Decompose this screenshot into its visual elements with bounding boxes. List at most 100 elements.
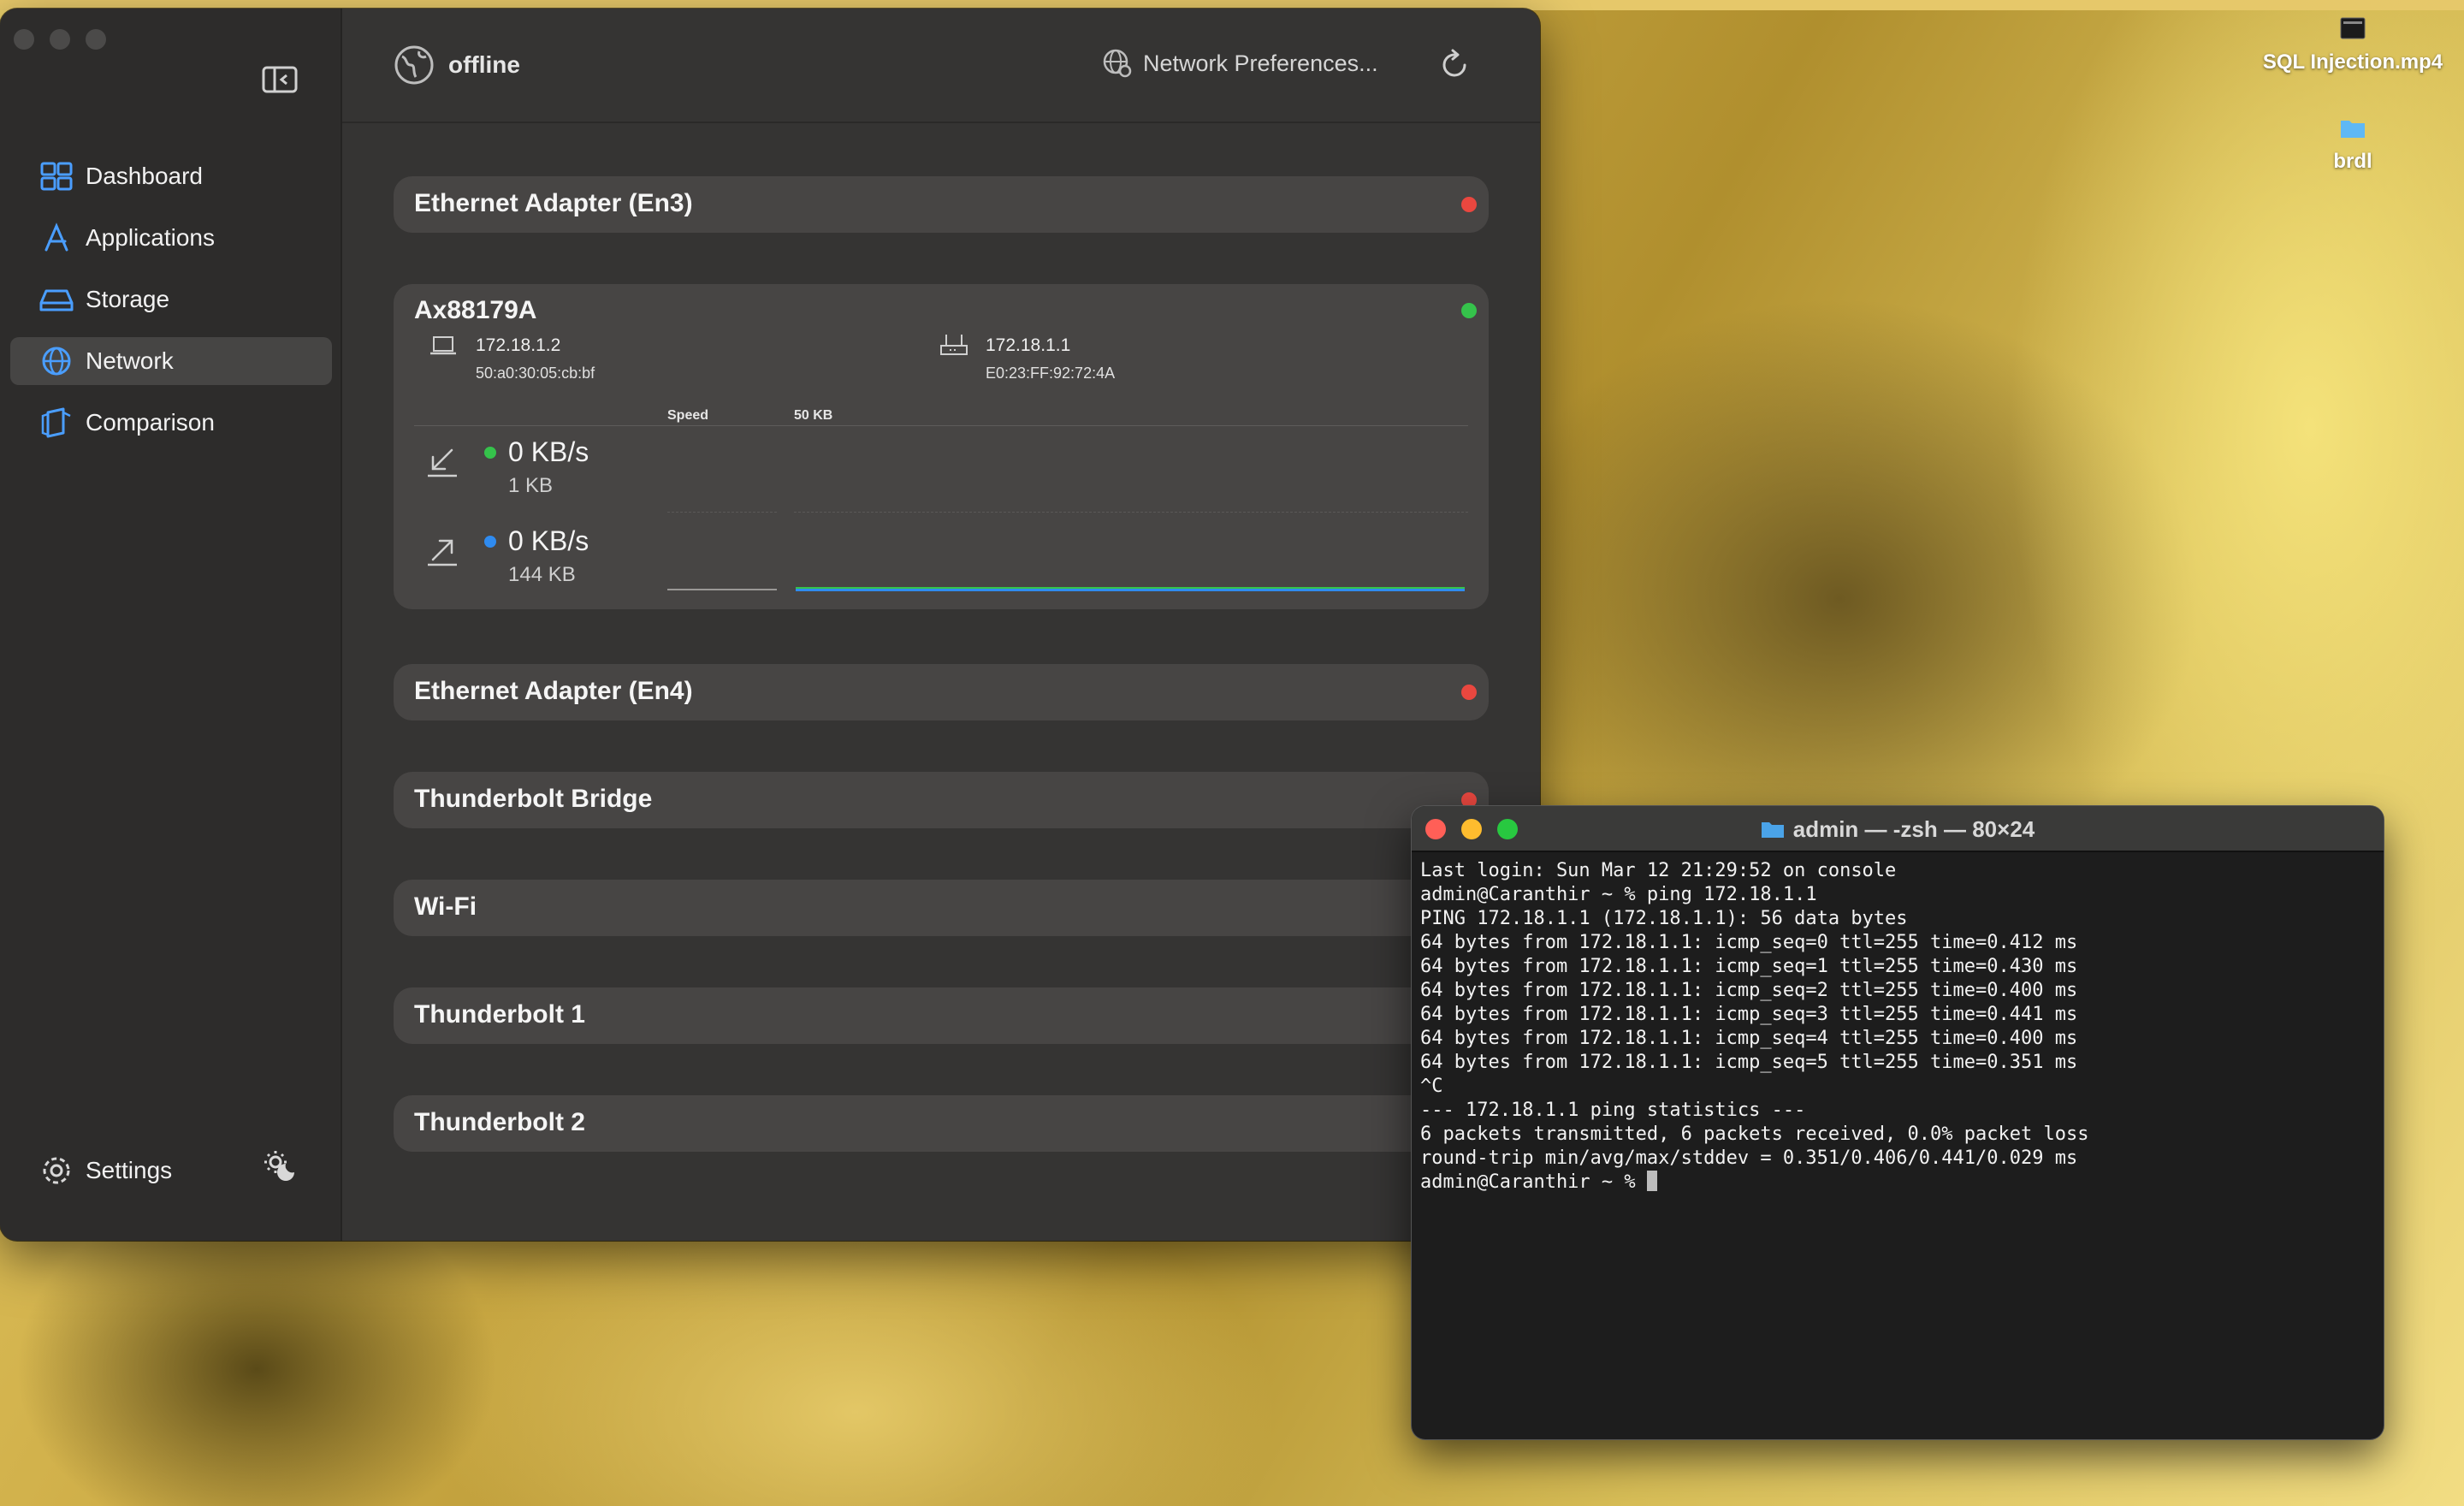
local-mac: 50:a0:30:05:cb:bf [476, 365, 595, 382]
terminal-line: 64 bytes from 172.18.1.1: icmp_seq=0 ttl… [1420, 932, 2078, 953]
sidebar-item-label: Storage [86, 286, 170, 312]
globe-status-icon [394, 44, 435, 86]
interface-name: Thunderbolt 1 [414, 1000, 585, 1029]
window-controls [14, 29, 106, 50]
upload-rate: 0 KB/s [508, 525, 589, 556]
local-address: 172.18.1.2 50:a0:30:05:cb:bf [476, 335, 595, 382]
sidebar-nav: Dashboard Applications Storage Network C… [10, 152, 332, 460]
network-preferences-button[interactable]: Network Preferences... [1102, 48, 1378, 79]
desktop-file-sql-injection[interactable]: SQL Injection.mp4 [2242, 17, 2464, 74]
interface-card-ax88179a[interactable]: Ax88179A 172.18.1.2 50:a0:30:05:cb:bf 17… [394, 284, 1489, 609]
interface-card-thunderbolt-1[interactable]: Thunderbolt 1 [394, 987, 1489, 1044]
upload-arrow-icon [424, 534, 460, 572]
terminal-line: 64 bytes from 172.18.1.1: icmp_seq=5 ttl… [1420, 1052, 2078, 1073]
terminal-line: round-trip min/avg/max/stddev = 0.351/0.… [1420, 1147, 2078, 1169]
download-arrow-icon [424, 445, 460, 483]
terminal-line: Last login: Sun Mar 12 21:29:52 on conso… [1420, 860, 1897, 881]
sidebar-item-label: Applications [86, 224, 215, 251]
desktop-file-label: SQL Injection.mp4 [2262, 50, 2443, 74]
refresh-icon[interactable] [1441, 48, 1470, 83]
dashboard-icon [39, 161, 77, 192]
interface-name: Ethernet Adapter (En4) [414, 677, 693, 705]
sidebar-item-comparison[interactable]: Comparison [10, 399, 332, 447]
sidebar-item-applications[interactable]: Applications [10, 214, 332, 262]
download-total: 1 KB [508, 474, 554, 497]
terminal-prompt: admin@Caranthir ~ % [1420, 1171, 1647, 1193]
upload-total: 144 KB [508, 563, 576, 586]
terminal-line: 6 packets transmitted, 6 packets receive… [1420, 1124, 2089, 1145]
router-address: 172.18.1.1 E0:23:FF:92:72:4A [986, 335, 1115, 382]
terminal-line: 64 bytes from 172.18.1.1: icmp_seq=2 ttl… [1420, 980, 2078, 1001]
terminal-window[interactable]: admin — -zsh — 80×24 Last login: Sun Mar… [1412, 806, 2384, 1439]
network-monitor-window: Dashboard Applications Storage Network C… [0, 9, 1540, 1241]
interface-card-thunderbolt-2[interactable]: Thunderbolt 2 [394, 1095, 1489, 1152]
computer-icon [429, 335, 457, 360]
gridline [794, 512, 1468, 513]
interface-name: Thunderbolt 2 [414, 1108, 585, 1136]
theme-toggle-icon[interactable] [262, 1148, 298, 1189]
sidebar-item-label: Dashboard [86, 163, 203, 189]
local-ip: 172.18.1.2 [476, 335, 561, 355]
terminal-title-text: admin — -zsh — 80×24 [1792, 816, 2035, 842]
interface-name: Wi-Fi [414, 892, 477, 921]
applications-icon [39, 222, 77, 253]
zoom-button[interactable] [86, 29, 106, 50]
upload-series-line [796, 589, 1465, 591]
network-preferences-label: Network Preferences... [1143, 50, 1378, 76]
interface-card-en4[interactable]: Ethernet Adapter (En4) [394, 664, 1489, 720]
globe-icon [39, 346, 77, 376]
speed-baseline [667, 589, 777, 590]
interface-name: Ethernet Adapter (En3) [414, 189, 693, 217]
gridline [667, 512, 777, 513]
storage-icon [39, 284, 77, 315]
interface-card-en3[interactable]: Ethernet Adapter (En3) [394, 176, 1489, 233]
minimize-button[interactable] [50, 29, 70, 50]
terminal-titlebar[interactable]: admin — -zsh — 80×24 [1412, 806, 2384, 852]
terminal-line: 64 bytes from 172.18.1.1: icmp_seq=3 ttl… [1420, 1004, 2078, 1025]
settings-label: Settings [86, 1157, 173, 1183]
sidebar: Dashboard Applications Storage Network C… [0, 9, 342, 1241]
sidebar-item-label: Comparison [86, 409, 215, 436]
status-dot [1461, 197, 1477, 212]
speed-label: Speed [667, 408, 709, 423]
terminal-line: admin@Caranthir ~ % ping 172.18.1.1 [1420, 884, 1817, 905]
router-icon [939, 332, 968, 362]
terminal-output[interactable]: Last login: Sun Mar 12 21:29:52 on conso… [1412, 852, 2384, 1201]
folder-icon [1761, 818, 1785, 845]
interface-name: Ax88179A [414, 296, 537, 324]
download-rate: 0 KB/s [508, 436, 589, 467]
video-file-icon [2242, 17, 2464, 45]
router-mac: E0:23:FF:92:72:4A [986, 365, 1116, 382]
sidebar-toggle-icon[interactable] [262, 65, 298, 98]
interface-card-thunderbolt-bridge[interactable]: Thunderbolt Bridge [394, 772, 1489, 828]
sidebar-item-network[interactable]: Network [10, 337, 332, 385]
terminal-line: 64 bytes from 172.18.1.1: icmp_seq=4 ttl… [1420, 1028, 2078, 1049]
network-settings-icon [1102, 48, 1133, 79]
interface-name: Thunderbolt Bridge [414, 785, 653, 813]
interface-card-wifi[interactable]: Wi-Fi [394, 880, 1489, 936]
desktop-folder-brdl[interactable]: brdl [2242, 116, 2464, 174]
scale-label: 50 KB [794, 408, 833, 423]
connection-status: offline [394, 44, 520, 86]
terminal-line: PING 172.18.1.1 (172.18.1.1): 56 data by… [1420, 908, 1908, 929]
sidebar-item-dashboard[interactable]: Dashboard [10, 152, 332, 200]
terminal-line: ^C [1420, 1076, 1443, 1097]
comparison-icon [39, 407, 77, 438]
folder-icon [2242, 116, 2464, 145]
terminal-prompt-line[interactable]: admin@Caranthir ~ % [1420, 1171, 2375, 1195]
gear-icon [39, 1153, 77, 1188]
status-dot [1461, 303, 1477, 318]
window-header: offline Network Preferences... [342, 9, 1540, 123]
status-text: offline [448, 51, 520, 78]
terminal-line: 64 bytes from 172.18.1.1: icmp_seq=1 ttl… [1420, 956, 2078, 977]
sidebar-item-storage[interactable]: Storage [10, 276, 332, 323]
upload-dot [484, 536, 496, 548]
desktop-folder-label: brdl [2333, 150, 2372, 173]
divider [414, 425, 1468, 426]
terminal-title: admin — -zsh — 80×24 [1412, 816, 2384, 845]
router-ip: 172.18.1.1 [986, 335, 1071, 355]
close-button[interactable] [14, 29, 34, 50]
terminal-cursor [1646, 1171, 1657, 1191]
download-dot [484, 447, 496, 459]
sidebar-item-label: Network [86, 347, 174, 374]
